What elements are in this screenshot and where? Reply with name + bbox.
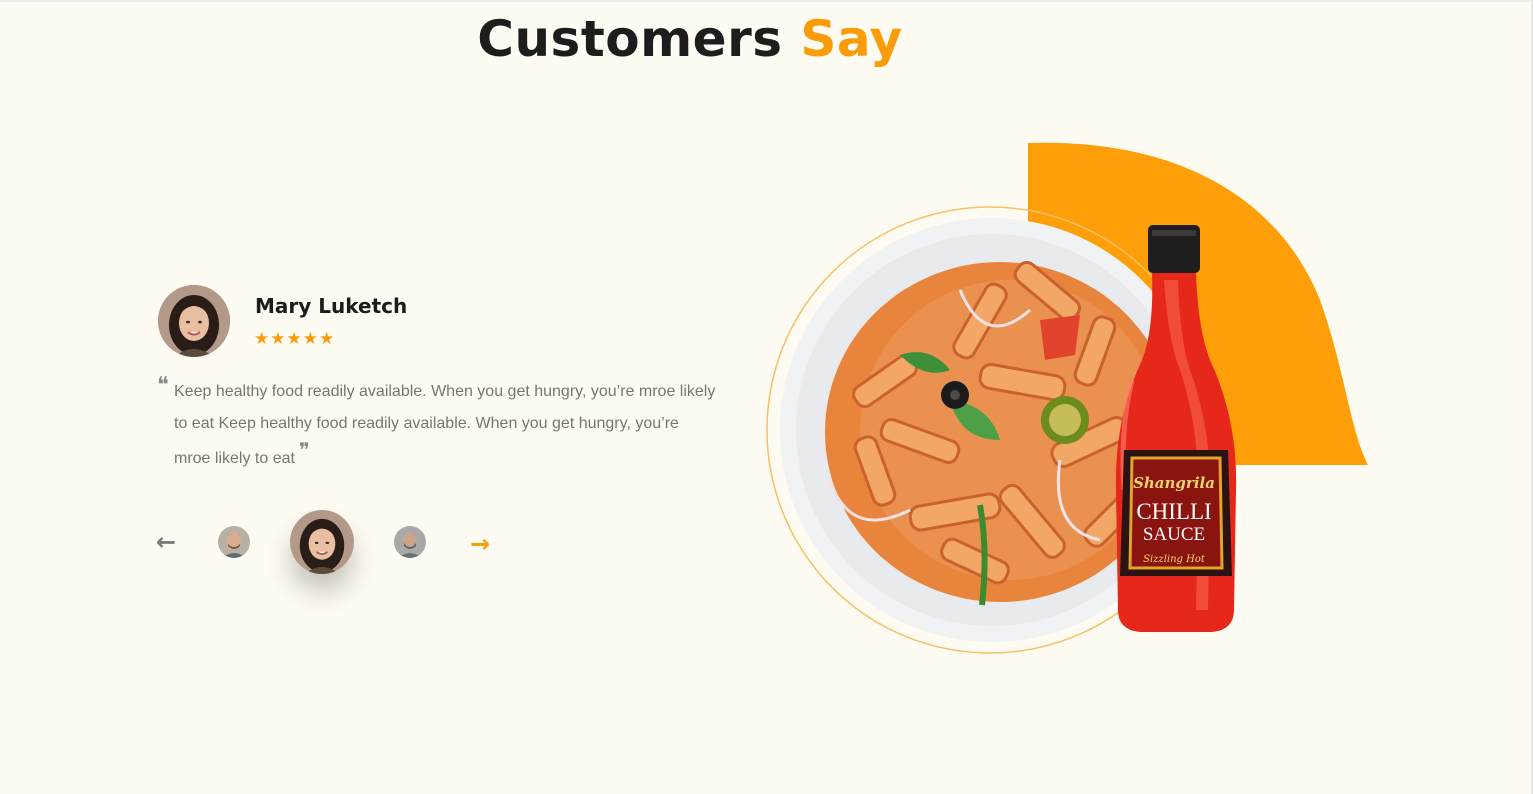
carousel-thumb-customer-1[interactable] [218,526,250,558]
section-title-accent: Say [800,10,903,68]
reviewer-name: Mary Luketch [255,294,408,318]
star-icon: ★ [286,329,302,349]
reviewer-avatar [158,285,230,357]
star-icon: ★ [302,329,318,349]
top-divider [0,0,1533,2]
review-text: Keep healthy food readily available. Whe… [174,383,716,467]
avatar [394,526,426,558]
bottle-brand-text: Shangrila [1133,474,1215,492]
rating-stars: ★ ★ ★ ★ ★ [254,329,334,349]
star-icon: ★ [270,329,286,349]
carousel-thumb-customer-2-active[interactable] [290,510,354,574]
section-title-main: Customers [477,10,783,68]
avatar [290,510,354,574]
review-text-block: Keep healthy food readily available. Whe… [174,376,719,475]
star-icon: ★ [319,329,335,349]
carousel-next-button[interactable]: → [466,530,494,558]
bottle-name-line1: CHILLI [1136,499,1211,524]
section-title: Customers Say [0,8,1380,70]
carousel-thumb-customer-3[interactable] [394,526,426,558]
bottle-tagline: Sizzling Hot [1143,554,1206,565]
arrow-left-icon: ← [155,528,177,556]
arrow-right-icon: → [469,530,491,558]
quote-open-icon: ❝ [157,373,169,398]
bottle-name-line2: SAUCE [1143,524,1205,545]
avatar [218,526,250,558]
carousel-prev-button[interactable]: ← [152,528,180,556]
hero-illustration: Shangrila CHILLI SAUCE Sizzling Hot [766,142,1368,654]
quote-close-icon: ❞ [298,438,310,462]
star-icon: ★ [254,329,270,349]
